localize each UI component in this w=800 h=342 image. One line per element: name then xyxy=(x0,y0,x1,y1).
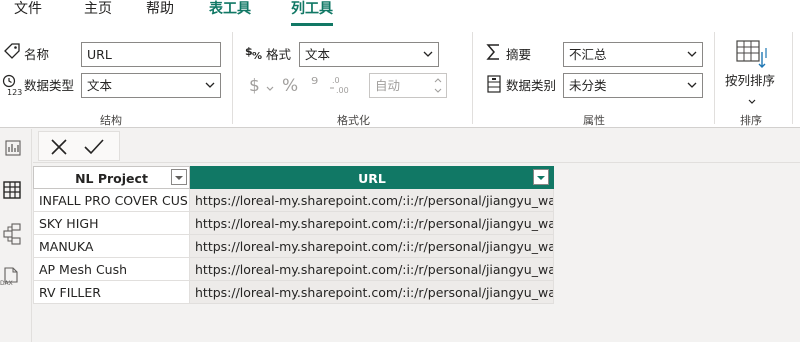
data-category-dropdown[interactable]: 未分类 xyxy=(563,73,703,98)
ribbon: 名称 URL 123 数据类型 文本 结构 $% 格式 文本 $ % ⁹ .0.… xyxy=(0,28,800,128)
data-category-icon xyxy=(486,74,502,98)
column-header-label: URL xyxy=(358,171,386,186)
tab-home[interactable]: 主页 xyxy=(84,0,112,28)
sigma-icon xyxy=(486,43,502,65)
decimal-places-input[interactable]: 自动 xyxy=(369,73,447,98)
column-header-nl-project[interactable]: NL Project xyxy=(33,166,190,189)
data-type-dropdown[interactable]: 文本 xyxy=(81,73,221,98)
dax-query-view-icon[interactable]: DAX xyxy=(0,266,22,292)
model-view-icon[interactable] xyxy=(2,222,22,250)
sort-by-column-icon xyxy=(735,38,769,74)
tag-icon xyxy=(3,42,21,64)
group-separator xyxy=(232,32,233,124)
name-label: 名称 xyxy=(24,47,50,62)
table-cell[interactable]: https://loreal-my.sharepoint.com/:i:/r/p… xyxy=(190,235,554,258)
column-header-label: NL Project xyxy=(75,171,148,186)
currency-button[interactable]: $ xyxy=(249,76,260,96)
formula-bar-divider xyxy=(33,162,800,163)
filter-dropdown-icon[interactable] xyxy=(171,169,187,185)
format-icon: $% xyxy=(245,44,263,66)
percent-button[interactable]: % xyxy=(282,76,298,96)
tab-column-tools[interactable]: 列工具 xyxy=(291,0,333,28)
summarization-value: 不汇总 xyxy=(569,47,607,62)
table-cell[interactable]: RV FILLER xyxy=(33,281,190,304)
dax-label: DAX xyxy=(0,280,13,287)
decimal-places-icon[interactable]: .0.00 xyxy=(329,74,351,100)
cancel-icon[interactable] xyxy=(49,137,69,161)
table-cell[interactable]: MANUKA xyxy=(33,235,190,258)
table-view-icon[interactable] xyxy=(2,180,22,204)
chevron-down-icon xyxy=(686,74,698,97)
group-label-structure: 结构 xyxy=(100,114,122,127)
format-value: 文本 xyxy=(305,47,331,62)
chevron-down-icon xyxy=(686,43,698,66)
format-label: 格式 xyxy=(266,47,292,62)
table-cell[interactable]: https://loreal-my.sharepoint.com/:i:/r/p… xyxy=(190,258,554,281)
spinner-icon[interactable] xyxy=(432,74,444,97)
svg-text:%: % xyxy=(252,51,262,62)
data-category-value: 未分类 xyxy=(569,78,607,93)
comma-button[interactable]: ⁹ xyxy=(311,74,318,96)
report-view-icon[interactable] xyxy=(4,139,22,161)
sort-by-column-label: 按列排序 xyxy=(725,73,776,88)
data-type-icon: 123 xyxy=(2,74,22,100)
group-label-formatting: 格式化 xyxy=(337,114,370,127)
svg-text:.00: .00 xyxy=(336,86,349,95)
tab-help[interactable]: 帮助 xyxy=(146,0,174,28)
data-type-label: 数据类型 xyxy=(24,78,75,93)
format-dropdown[interactable]: 文本 xyxy=(299,42,439,67)
view-switcher: DAX xyxy=(0,129,32,342)
ribbon-tab-bar: 文件 主页 帮助 表工具 列工具 xyxy=(0,0,800,28)
chevron-down-icon xyxy=(422,43,434,66)
summarization-label: 摘要 xyxy=(506,47,532,62)
tab-file[interactable]: 文件 xyxy=(14,0,42,28)
chevron-down-icon xyxy=(204,74,216,97)
group-label-sort: 排序 xyxy=(740,114,762,127)
decimal-places-value: 自动 xyxy=(375,78,401,93)
data-type-value: 文本 xyxy=(87,78,113,93)
formula-bar-buttons xyxy=(38,131,120,161)
svg-text:.0: .0 xyxy=(332,76,340,85)
table-cell[interactable]: https://loreal-my.sharepoint.com/:i:/r/p… xyxy=(190,189,554,212)
table-cell[interactable]: AP Mesh Cush xyxy=(33,258,190,281)
group-separator xyxy=(714,32,715,124)
column-name-input[interactable]: URL xyxy=(81,42,221,67)
filter-dropdown-icon[interactable] xyxy=(533,169,549,185)
table-cell[interactable]: https://loreal-my.sharepoint.com/:i:/r/p… xyxy=(190,212,554,235)
tab-table-tools[interactable]: 表工具 xyxy=(209,0,251,28)
table-cell[interactable]: https://loreal-my.sharepoint.com/:i:/r/p… xyxy=(190,281,554,304)
commit-check-icon[interactable] xyxy=(83,137,105,161)
chevron-down-icon xyxy=(266,80,274,99)
chevron-down-icon xyxy=(747,92,757,111)
sort-by-column-button[interactable]: 按列排序 xyxy=(721,36,783,108)
group-separator xyxy=(472,32,473,124)
svg-text:123: 123 xyxy=(7,88,22,96)
group-label-properties: 属性 xyxy=(583,114,605,127)
table-cell[interactable]: INFALL PRO COVER CUSH xyxy=(33,189,190,212)
group-separator xyxy=(792,32,793,124)
summarization-dropdown[interactable]: 不汇总 xyxy=(563,42,703,67)
table-cell[interactable]: SKY HIGH xyxy=(33,212,190,235)
column-header-url[interactable]: URL xyxy=(190,166,554,189)
data-category-label: 数据类别 xyxy=(506,78,557,93)
